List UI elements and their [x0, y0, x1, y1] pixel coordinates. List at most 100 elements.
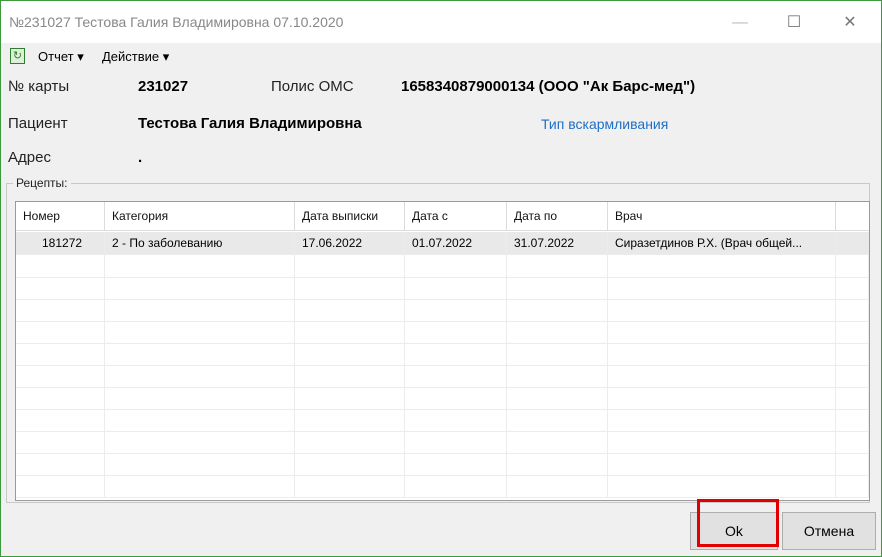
window-title: №231027 Тестова Галия Владимировна 07.10… — [9, 14, 344, 30]
refresh-icon[interactable]: ↻ — [10, 48, 25, 64]
cell-number: 181272 — [16, 232, 105, 254]
empty-table-row — [16, 255, 869, 278]
empty-cell — [836, 453, 869, 475]
patient-value: Тестова Галия Владимировна — [138, 115, 362, 132]
patient-label: Пациент — [8, 115, 68, 132]
empty-cell — [507, 453, 608, 475]
empty-cell — [105, 255, 295, 277]
empty-cell — [507, 343, 608, 365]
column-header-date-to[interactable]: Дата по — [507, 202, 608, 230]
empty-cell — [836, 277, 869, 299]
empty-cell — [16, 321, 105, 343]
empty-cell — [507, 475, 608, 497]
column-header-date-from[interactable]: Дата с — [405, 202, 507, 230]
empty-cell — [836, 409, 869, 431]
empty-cell — [16, 387, 105, 409]
empty-table-row — [16, 343, 869, 366]
empty-cell — [608, 431, 836, 453]
empty-cell — [295, 409, 405, 431]
empty-cell — [836, 365, 869, 387]
empty-cell — [295, 321, 405, 343]
empty-cell — [836, 299, 869, 321]
empty-cell — [507, 365, 608, 387]
cell-date-from: 01.07.2022 — [405, 232, 507, 254]
menu-bar: ↻ Отчет ▾ Действие ▾ — [1, 44, 881, 68]
empty-cell — [16, 277, 105, 299]
empty-cell — [105, 343, 295, 365]
empty-cell — [105, 453, 295, 475]
close-button[interactable]: ✕ — [827, 9, 873, 37]
empty-cell — [295, 255, 405, 277]
empty-cell — [405, 321, 507, 343]
empty-cell — [836, 431, 869, 453]
empty-cell — [836, 475, 869, 497]
cell-date-to: 31.07.2022 — [507, 232, 608, 254]
menu-action[interactable]: Действие ▾ — [102, 49, 169, 65]
empty-cell — [295, 475, 405, 497]
table-header: Номер Категория Дата выписки Дата с Дата… — [16, 202, 869, 231]
empty-table-row — [16, 321, 869, 344]
empty-cell — [507, 387, 608, 409]
empty-cell — [105, 299, 295, 321]
empty-cell — [295, 387, 405, 409]
recipes-group-label: Рецепты: — [13, 176, 71, 190]
empty-cell — [16, 299, 105, 321]
empty-table-row — [16, 453, 869, 476]
empty-cell — [507, 255, 608, 277]
empty-cell — [608, 255, 836, 277]
empty-cell — [608, 409, 836, 431]
empty-cell — [405, 299, 507, 321]
empty-table-row — [16, 387, 869, 410]
ok-highlight-frame — [697, 499, 779, 547]
empty-cell — [405, 365, 507, 387]
empty-cell — [405, 475, 507, 497]
empty-cell — [16, 475, 105, 497]
maximize-button[interactable]: ☐ — [771, 9, 817, 37]
empty-cell — [507, 299, 608, 321]
empty-cell — [405, 387, 507, 409]
empty-cell — [105, 475, 295, 497]
title-bar: №231027 Тестова Галия Владимировна 07.10… — [1, 1, 881, 43]
empty-cell — [16, 343, 105, 365]
menu-report[interactable]: Отчет ▾ — [38, 49, 84, 65]
recipes-dialog: №231027 Тестова Галия Владимировна 07.10… — [0, 0, 882, 557]
empty-cell — [608, 299, 836, 321]
recipes-table[interactable]: Номер Категория Дата выписки Дата с Дата… — [15, 201, 870, 501]
empty-cell — [295, 365, 405, 387]
column-header-filler — [836, 202, 869, 230]
empty-cell — [105, 365, 295, 387]
empty-cell — [295, 431, 405, 453]
empty-cell — [105, 431, 295, 453]
address-label: Адрес — [8, 149, 51, 166]
empty-table-row — [16, 409, 869, 432]
empty-cell — [16, 365, 105, 387]
empty-cell — [836, 343, 869, 365]
empty-cell — [295, 299, 405, 321]
empty-cell — [608, 321, 836, 343]
empty-table-row — [16, 365, 869, 388]
table-row[interactable]: 181272 2 - По заболеванию 17.06.2022 01.… — [16, 232, 869, 255]
empty-cell — [105, 321, 295, 343]
empty-table-row — [16, 431, 869, 454]
empty-cell — [405, 409, 507, 431]
empty-cell — [608, 343, 836, 365]
cell-doctor: Сиразетдинов Р.Х. (Врач общей... — [608, 232, 836, 254]
column-header-doctor[interactable]: Врач — [608, 202, 836, 230]
empty-cell — [608, 277, 836, 299]
column-header-category[interactable]: Категория — [105, 202, 295, 230]
card-number-label: № карты — [8, 78, 70, 95]
empty-cell — [507, 431, 608, 453]
empty-cell — [608, 365, 836, 387]
empty-cell — [608, 475, 836, 497]
empty-cell — [295, 453, 405, 475]
empty-cell — [16, 255, 105, 277]
cell-category: 2 - По заболеванию — [105, 232, 295, 254]
empty-table-row — [16, 475, 869, 498]
empty-cell — [836, 321, 869, 343]
policy-label: Полис ОМС — [271, 78, 354, 95]
column-header-number[interactable]: Номер — [16, 202, 105, 230]
column-header-issue-date[interactable]: Дата выписки — [295, 202, 405, 230]
cancel-button[interactable]: Отмена — [782, 512, 876, 550]
minimize-button[interactable]: — — [717, 9, 763, 37]
feeding-type-link[interactable]: Тип вскармливания — [541, 116, 668, 132]
